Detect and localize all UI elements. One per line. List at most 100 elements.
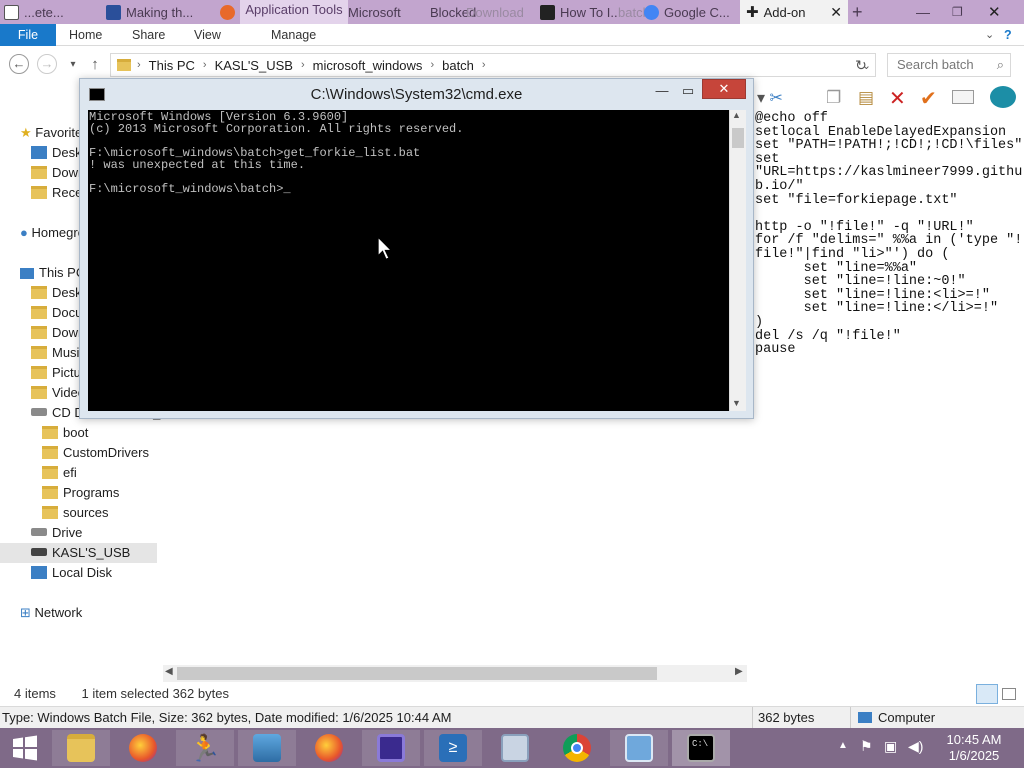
nav-folder-customdrivers[interactable]: CustomDrivers: [42, 443, 149, 463]
chrome-taskbar-button[interactable]: [548, 730, 606, 766]
up-button[interactable]: ↑: [84, 54, 106, 76]
local-disk-icon: [31, 566, 47, 579]
file-explorer-icon: [67, 734, 95, 762]
search-input[interactable]: Search batch ⌕: [887, 53, 1011, 77]
file-explorer-taskbar-button[interactable]: [52, 730, 110, 766]
breadcrumb-usb[interactable]: KASL'S_USB: [211, 58, 297, 73]
check-icon[interactable]: ✔: [920, 86, 937, 111]
cpu-app-taskbar-button[interactable]: [362, 730, 420, 766]
nav-folder-boot[interactable]: boot: [42, 423, 88, 443]
volume-icon[interactable]: ◀): [908, 738, 923, 755]
image-viewer-taskbar-button[interactable]: [238, 730, 296, 766]
horizontal-scrollbar[interactable]: ◀ ▶: [163, 665, 747, 682]
cut-icon[interactable]: ▾ ✂: [757, 88, 783, 108]
network-app-taskbar-button[interactable]: [610, 730, 668, 766]
scroll-thumb[interactable]: [732, 128, 744, 148]
nav-usb-drive[interactable]: KASL'S_USB: [0, 543, 157, 563]
scroll-right-arrow[interactable]: ▶: [735, 666, 743, 677]
tab-share[interactable]: Share: [132, 24, 165, 46]
network-tray-icon[interactable]: ▣: [884, 738, 897, 755]
breadcrumb-microsoft-windows[interactable]: microsoft_windows: [309, 58, 427, 73]
help-icon[interactable]: ?: [1004, 24, 1012, 46]
chevron-right-icon[interactable]: ›: [297, 59, 309, 71]
chevron-down-icon[interactable]: ⌄: [985, 24, 994, 46]
powershell-icon: ≥: [439, 734, 467, 762]
tab-6[interactable]: Download: [466, 0, 538, 24]
powershell-taskbar-button[interactable]: ≥: [424, 730, 482, 766]
scroll-down-arrow[interactable]: ▼: [732, 398, 741, 408]
pictures-folder-icon: [31, 366, 47, 379]
back-button[interactable]: ←: [9, 54, 29, 74]
control-panel-taskbar-button[interactable]: [486, 730, 544, 766]
scroll-up-arrow[interactable]: ▲: [732, 110, 741, 120]
details-view-icon[interactable]: [976, 684, 998, 704]
tab-view[interactable]: View: [194, 24, 221, 46]
folder-icon: [42, 446, 58, 459]
file-preview-text: @echo off setlocal EnableDelayedExpansio…: [755, 111, 1023, 358]
refresh-icon[interactable]: ↻: [850, 54, 872, 76]
nav-folder-efi[interactable]: efi: [42, 463, 77, 483]
folder-icon: [31, 306, 47, 319]
forward-button[interactable]: →: [37, 54, 57, 74]
nav-drive[interactable]: Drive: [31, 523, 82, 543]
control-panel-icon: [501, 734, 529, 762]
cmd-taskbar-button[interactable]: C:\: [672, 730, 730, 766]
tab-1[interactable]: ...ete...: [4, 0, 100, 24]
breadcrumb-this-pc[interactable]: This PC: [145, 58, 199, 73]
cmd-close-button[interactable]: ✕: [702, 79, 746, 99]
delete-icon[interactable]: ✕: [889, 86, 906, 111]
chevron-right-icon[interactable]: ›: [478, 59, 490, 71]
address-field[interactable]: › This PC › KASL'S_USB › microsoft_windo…: [110, 53, 876, 77]
maximize-window-button[interactable]: ❐: [952, 0, 972, 24]
cmd-window[interactable]: C:\Windows\System32\cmd.exe — ▭ ✕ Micros…: [79, 78, 754, 419]
firefox-taskbar-button[interactable]: [114, 730, 172, 766]
chevron-right-icon[interactable]: ›: [426, 59, 438, 71]
flag-icon[interactable]: ⚑: [860, 738, 873, 755]
show-hidden-icons-button[interactable]: ▲: [838, 740, 848, 751]
console-output[interactable]: Microsoft Windows [Version 6.3.9600] (c)…: [88, 110, 729, 411]
windows-logo-icon: [13, 735, 37, 761]
paste-icon[interactable]: ▤: [858, 88, 874, 108]
nav-folder-sources[interactable]: sources: [42, 503, 109, 523]
nav-this-pc[interactable]: This PC: [20, 263, 85, 283]
recent-places-icon: [31, 186, 47, 199]
copy-icon[interactable]: ❐: [826, 88, 841, 108]
recent-locations-icon[interactable]: ▾: [62, 54, 84, 76]
horizontal-scroll-thumb[interactable]: [177, 667, 657, 680]
new-tab-button[interactable]: +: [852, 0, 872, 24]
tab-9[interactable]: Google C...: [644, 0, 736, 24]
minimize-window-button[interactable]: —: [916, 0, 936, 24]
tab-file[interactable]: File: [0, 24, 56, 46]
tab-2[interactable]: Making th...: [106, 0, 210, 24]
cmd-maximize-button[interactable]: ▭: [676, 82, 700, 102]
tab-home[interactable]: Home: [69, 24, 102, 46]
tab-3[interactable]: [220, 0, 240, 24]
close-tab-icon[interactable]: ✕: [830, 4, 848, 21]
breadcrumb-batch[interactable]: batch: [438, 58, 478, 73]
runner-app-taskbar-button[interactable]: 🏃: [176, 730, 234, 766]
close-window-button[interactable]: ✕: [988, 0, 1008, 24]
cmd-title-bar[interactable]: C:\Windows\System32\cmd.exe — ▭ ✕: [80, 79, 753, 109]
rename-icon[interactable]: [952, 90, 974, 104]
properties-icon[interactable]: [990, 86, 1016, 108]
start-button[interactable]: [0, 730, 50, 766]
chevron-right-icon[interactable]: ›: [199, 59, 211, 71]
cmd-minimize-button[interactable]: —: [650, 82, 674, 102]
tab-10[interactable]: ✚ Add-on ✕: [740, 0, 848, 24]
nav-local-disk[interactable]: Local Disk: [31, 563, 112, 583]
console-scrollbar[interactable]: ▲ ▼: [729, 110, 746, 411]
chevron-right-icon[interactable]: ›: [133, 59, 145, 71]
nav-folder-programs[interactable]: Programs: [42, 483, 119, 503]
taskbar-clock[interactable]: 10:45 AM 1/6/2025: [936, 732, 1012, 764]
tab-manage[interactable]: Manage: [271, 24, 316, 46]
tab-4[interactable]: Microsoft: [348, 0, 418, 24]
nav-network[interactable]: ⊞ Network: [20, 603, 82, 623]
status-bar: 4 items 1 item selected 362 bytes: [14, 686, 229, 701]
tab-7[interactable]: How To I...: [540, 0, 618, 24]
large-icons-view-icon[interactable]: [1002, 688, 1016, 700]
firefox-2-taskbar-button[interactable]: [300, 730, 358, 766]
file-size: 362 bytes: [758, 710, 815, 725]
nav-music[interactable]: Music: [31, 343, 86, 363]
scroll-left-arrow[interactable]: ◀: [165, 666, 173, 677]
folder-icon: [42, 486, 58, 499]
